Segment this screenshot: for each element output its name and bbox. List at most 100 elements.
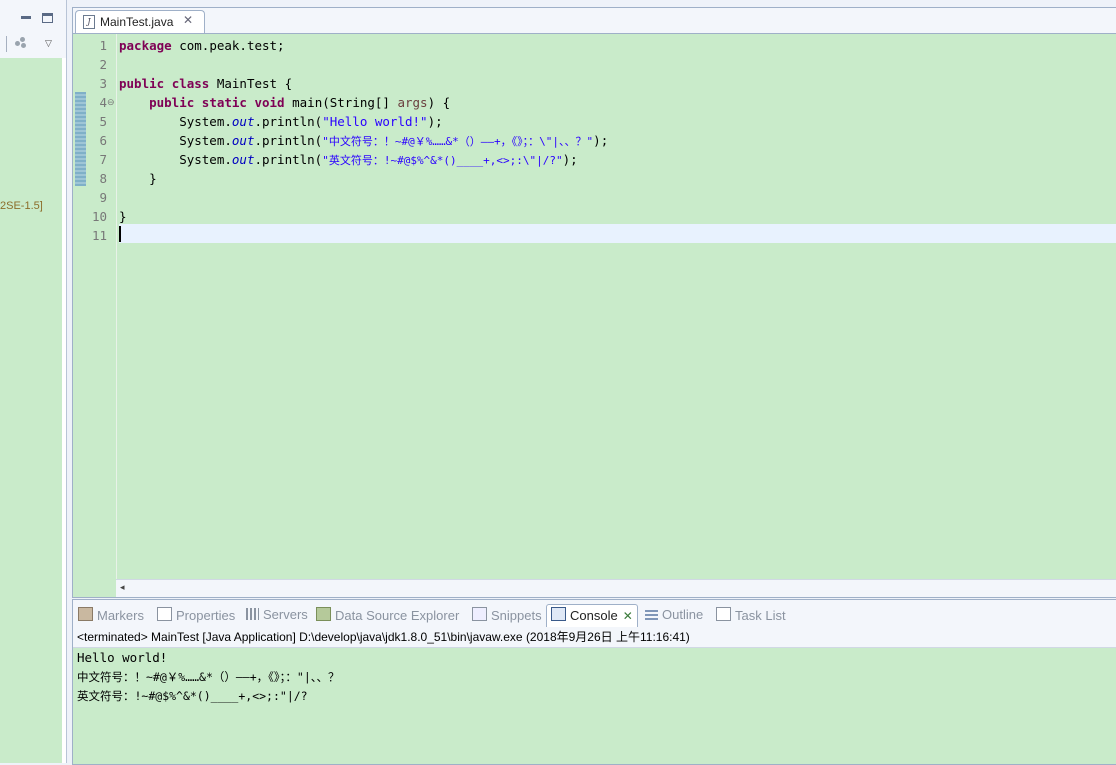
- code-line: }: [119, 171, 157, 186]
- keyword: package: [119, 38, 172, 53]
- line-number: 10: [91, 209, 107, 224]
- code-text: MainTest {: [209, 76, 293, 91]
- horizontal-scrollbar[interactable]: ◂: [116, 579, 1116, 597]
- change-marker-bar: [75, 92, 86, 186]
- code-text: .println(: [254, 133, 323, 148]
- console-output-line: 中文符号：！~#@￥%……&*（）——+，《》；："|、、？: [77, 670, 340, 684]
- close-icon[interactable]: ✕: [183, 13, 193, 27]
- line-number: 5: [99, 114, 107, 129]
- java-editor: J MainTest.java ✕ 1 2 3 4 5 6 7 8 9 10 1…: [72, 7, 1116, 598]
- tab-label: Outline: [662, 607, 704, 622]
- properties-icon: [157, 607, 172, 621]
- string-literal: "Hello world!": [322, 114, 428, 129]
- scroll-left-icon[interactable]: ◂: [120, 582, 125, 593]
- filter-icon[interactable]: [15, 37, 29, 49]
- code-line: System.out.println("英文符号：!~#@$%^&*()____…: [119, 150, 578, 169]
- left-panel-toolbar: ▽: [0, 0, 66, 58]
- line-number: 11: [91, 228, 107, 243]
- parameter: args: [397, 95, 428, 110]
- tab-outline[interactable]: Outline: [645, 607, 703, 625]
- current-line-highlight: [119, 224, 1116, 243]
- keyword: static: [201, 95, 247, 110]
- panel-divider[interactable]: [62, 58, 66, 763]
- outline-icon: [645, 608, 658, 620]
- code-line: public static void main(String[] args) {: [119, 93, 450, 112]
- static-field: out: [231, 152, 255, 167]
- tab-markers[interactable]: Markers: [78, 607, 144, 625]
- tab-label: Data Source Explorer: [335, 608, 460, 623]
- maximize-icon[interactable]: [42, 13, 53, 23]
- line-number: 1: [99, 38, 107, 53]
- line-number: 3: [99, 76, 107, 91]
- code-text: );: [562, 152, 578, 167]
- code-text: System.: [119, 152, 232, 167]
- gutter-divider: [116, 34, 117, 579]
- console-icon: [551, 607, 566, 621]
- tab-task-list[interactable]: Task List: [716, 607, 786, 625]
- minimize-icon[interactable]: [20, 12, 32, 22]
- tab-snippets[interactable]: Snippets: [472, 607, 542, 625]
- line-number: 9: [99, 190, 107, 205]
- close-icon[interactable]: ✕: [623, 609, 633, 623]
- tab-label: Properties: [176, 608, 236, 623]
- code-text: main(String[]: [284, 95, 398, 110]
- line-number: 2: [99, 57, 107, 72]
- line-number: 7: [99, 152, 107, 167]
- java-file-icon: J: [83, 15, 95, 29]
- snippets-icon: [472, 607, 487, 621]
- code-text: ) {: [427, 95, 451, 110]
- markers-icon: [78, 607, 93, 621]
- task-list-icon: [716, 607, 731, 621]
- editor-tab-bar: J MainTest.java ✕: [73, 8, 1116, 34]
- data-source-icon: [316, 607, 331, 621]
- tab-data-source-explorer[interactable]: Data Source Explorer: [316, 607, 459, 625]
- view-menu-icon[interactable]: ▽: [45, 38, 52, 49]
- keyword: public: [149, 95, 195, 110]
- console-output-line: 英文符号：!~#@$%^&*()____+,<>;:"|/?: [77, 689, 308, 703]
- tab-servers[interactable]: Servers: [246, 607, 308, 625]
- static-field: out: [231, 133, 255, 148]
- static-field: out: [231, 114, 255, 129]
- bottom-view-panel: Markers Properties Servers Data Source E…: [72, 599, 1116, 765]
- left-panel-tree: [0, 58, 66, 763]
- keyword: public: [119, 76, 165, 91]
- string-literal: "英文符号：!~#@$%^&*()____+,<>;:\"|/?": [322, 154, 563, 167]
- console-output-line: Hello world!: [77, 650, 168, 665]
- code-text: com.peak.test;: [171, 38, 285, 53]
- code-text: .println(: [254, 114, 323, 129]
- tab-label: Servers: [263, 607, 308, 622]
- code-text-area[interactable]: package com.peak.test; public class Main…: [119, 34, 1116, 579]
- code-line: System.out.println("Hello world!");: [119, 112, 443, 131]
- code-text: );: [427, 114, 443, 129]
- tab-properties[interactable]: Properties: [157, 607, 235, 625]
- code-text: .println(: [254, 152, 323, 167]
- code-text: );: [593, 133, 609, 148]
- keyword: class: [171, 76, 210, 91]
- line-number: 4: [99, 95, 107, 110]
- tab-label: Snippets: [491, 608, 542, 623]
- console-process-label: <terminated> MainTest [Java Application]…: [73, 627, 1116, 648]
- editor-tab-maintest[interactable]: J MainTest.java ✕: [75, 10, 205, 33]
- editor-tab-label: MainTest.java: [100, 15, 174, 29]
- code-text: System.: [119, 133, 232, 148]
- console-output-area[interactable]: Hello world! 中文符号：！~#@￥%……&*（）——+，《》；："|…: [73, 648, 1116, 763]
- view-tab-bar: Markers Properties Servers Data Source E…: [73, 600, 1116, 627]
- line-number-gutter: 1 2 3 4 5 6 7 8 9 10 11 ⊖: [73, 34, 116, 579]
- jre-library-label[interactable]: 2SE-1.5]: [0, 200, 43, 212]
- tab-console[interactable]: Console ✕: [546, 604, 638, 627]
- tab-label: Console: [570, 608, 618, 623]
- package-explorer-panel: ▽ 2SE-1.5]: [0, 0, 67, 763]
- line-number: 6: [99, 133, 107, 148]
- text-caret: [119, 226, 121, 242]
- servers-icon: [246, 608, 259, 620]
- code-line: }: [119, 209, 127, 224]
- tab-label: Markers: [97, 608, 144, 623]
- toolbar-separator: [6, 36, 7, 52]
- fold-collapse-icon[interactable]: ⊖: [107, 97, 115, 108]
- line-number: 8: [99, 171, 107, 186]
- tab-label: Task List: [735, 608, 786, 623]
- keyword: void: [254, 95, 285, 110]
- string-literal: "中文符号：！~#@￥%……&*（）——+，《》；：\"|、、？": [322, 135, 594, 148]
- code-line: System.out.println("中文符号：！~#@￥%……&*（）——+…: [119, 131, 608, 150]
